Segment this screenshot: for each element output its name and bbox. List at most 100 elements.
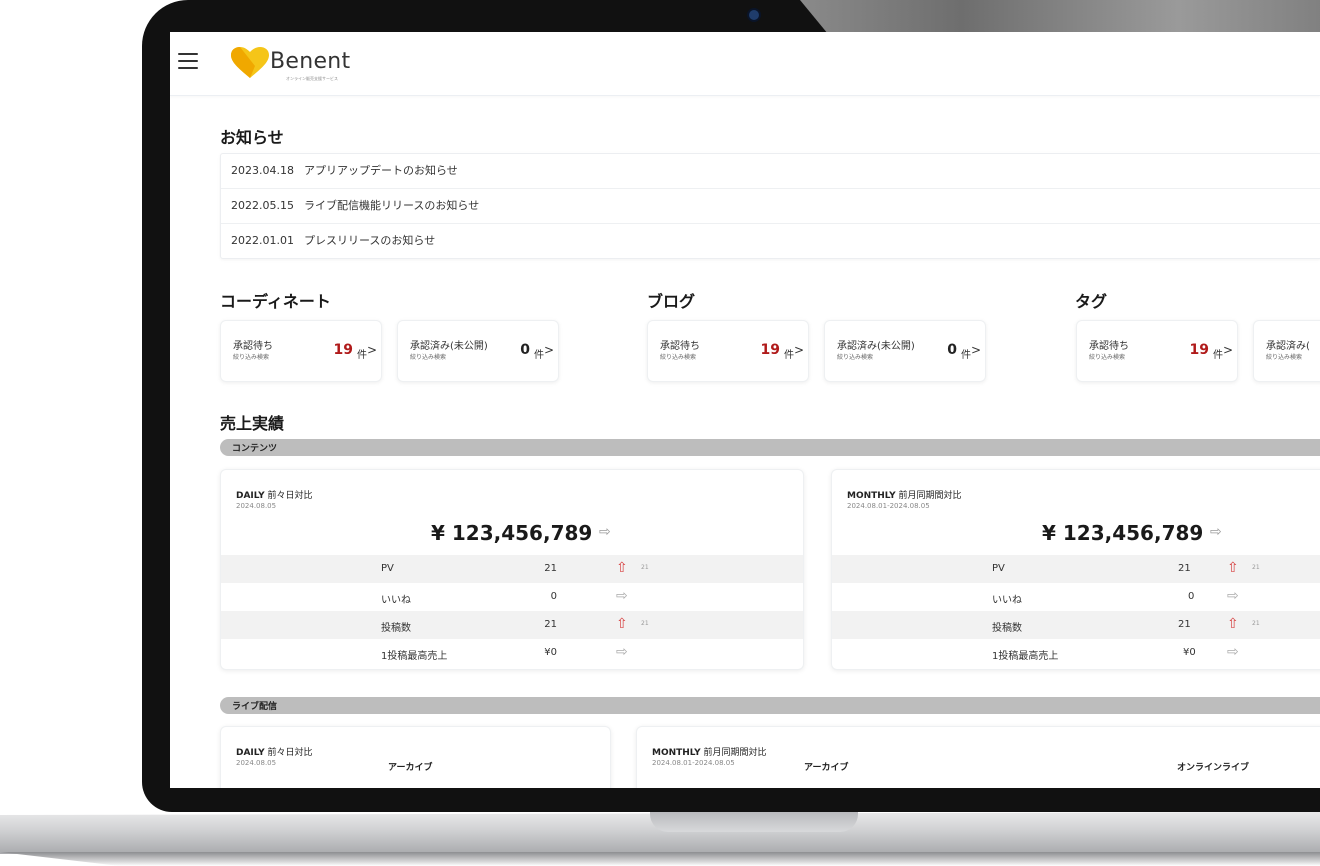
arrow-up-outline-icon: ⇧: [616, 616, 628, 632]
stat-name: 投稿数: [992, 623, 1022, 634]
chevron-right-icon: >: [1222, 343, 1233, 357]
filter-search-label: 絞り込み検索: [410, 354, 447, 361]
period-compare: 前々日対比: [267, 491, 313, 501]
period-compare: 前々日対比: [267, 748, 313, 758]
stat-row: PV 21 ⇧ 21: [832, 555, 1320, 583]
stat-value: 21: [1178, 619, 1191, 630]
arrow-right-outline-icon: ⇨: [616, 588, 628, 604]
filter-search-label: 絞り込み検索: [233, 354, 270, 361]
blog-approved-card[interactable]: 承認済み(未公開) 絞り込み検索 0 件 >: [824, 320, 986, 382]
count-unit: 件: [357, 350, 367, 361]
period-label: DAILY: [236, 491, 265, 501]
stat-row: 投稿数 21 ⇧ 21: [832, 611, 1320, 639]
stat-row: 投稿数 21 ⇧ 21: [221, 611, 803, 639]
news-list: 2023.04.18 アプリアップデートのお知らせ 2022.05.15 ライブ配信…: [220, 153, 1320, 259]
count-unit: 件: [961, 350, 971, 361]
count-unit: 件: [1213, 350, 1223, 361]
contents-monthly-card: MONTHLY 前月同期間対比 2024.08.01-2024.08.05 ¥ …: [831, 469, 1320, 670]
coordinate-approved-card[interactable]: 承認済み(未公開) 絞り込み検索 0 件 >: [397, 320, 559, 382]
logo-text[interactable]: Benent: [270, 49, 350, 74]
pending-count: 19: [760, 342, 780, 358]
laptop-notch: [650, 812, 858, 832]
stat-row: PV 21 ⇧ 21: [221, 555, 803, 583]
chevron-right-icon: >: [793, 343, 804, 357]
stat-delta: 21: [641, 564, 649, 571]
approved-label: 承認済み(未公開): [410, 341, 488, 352]
filter-search-label: 絞り込み検索: [837, 354, 874, 361]
arrow-right-outline-icon: ⇨: [1227, 588, 1239, 604]
news-item[interactable]: 2022.05.15 ライブ配信機能リリースのお知らせ: [221, 189, 1320, 224]
logo-tagline: オンライン販売支援サービス: [286, 76, 338, 81]
sales-amount: ¥ 123,456,789: [1042, 521, 1204, 545]
stat-row: いいね 0 ⇨: [832, 583, 1320, 611]
stat-value: 21: [544, 619, 557, 630]
arrow-right-outline-icon: ⇨: [1210, 524, 1222, 540]
hamburger-menu-icon[interactable]: [178, 53, 198, 69]
period-compare: 前月同期間対比: [898, 491, 962, 501]
stat-delta: 21: [641, 620, 649, 627]
stat-name: いいね: [381, 595, 411, 606]
tag-title: タグ: [1075, 292, 1108, 311]
logo-heart-icon: [231, 47, 269, 78]
news-text: プレスリリースのお知らせ: [303, 234, 436, 247]
count-unit: 件: [534, 350, 544, 361]
period-date: 2024.08.01-2024.08.05: [847, 502, 930, 510]
stat-name: PV: [992, 563, 1005, 574]
stat-name: 1投稿最高売上: [992, 651, 1059, 662]
pending-label: 承認待ち: [1089, 341, 1129, 352]
period-heading: DAILY 前々日対比: [236, 488, 313, 501]
arrow-right-outline-icon: ⇨: [616, 644, 628, 660]
news-item[interactable]: 2022.01.01 プレスリリースのお知らせ: [221, 224, 1320, 258]
coordinate-title: コーディネート: [220, 292, 331, 311]
stat-delta: 21: [1252, 564, 1260, 571]
period-heading: DAILY 前々日対比: [236, 745, 313, 758]
arrow-right-outline-icon: ⇨: [599, 524, 611, 540]
live-section-bar: ライブ配信: [220, 697, 1320, 714]
app-screen: Benent オンライン販売支援サービス お知らせ 2023.04.18 アプリア…: [170, 32, 1320, 788]
stat-value: ¥0: [1183, 647, 1196, 658]
approved-label: 承認済み(: [1266, 341, 1310, 352]
app-header: Benent オンライン販売支援サービス: [170, 32, 1320, 96]
count-unit: 件: [784, 350, 794, 361]
contents-daily-card: DAILY 前々日対比 2024.08.05 ¥ 123,456,789 ⇨ P…: [220, 469, 804, 670]
contents-section-bar: コンテンツ: [220, 439, 1320, 456]
tag-pending-card[interactable]: 承認待ち 絞り込み検索 19 件 >: [1076, 320, 1238, 382]
sales-title: 売上実績: [220, 414, 285, 433]
stat-value: 21: [544, 563, 557, 574]
arrow-up-outline-icon: ⇧: [616, 560, 628, 576]
camera-icon: [749, 10, 759, 20]
blog-pending-card[interactable]: 承認待ち 絞り込み検索 19 件 >: [647, 320, 809, 382]
period-compare: 前月同期間対比: [703, 748, 767, 758]
stat-name: 投稿数: [381, 623, 411, 634]
tag-approved-card[interactable]: 承認済み( 絞り込み検索: [1253, 320, 1320, 382]
live-monthly-card: MONTHLY 前月同期間対比 2024.08.01-2024.08.05 アー…: [636, 726, 1320, 788]
laptop-base-shadow: [0, 852, 1320, 866]
news-title: お知らせ: [220, 128, 284, 147]
stat-value: 21: [1178, 563, 1191, 574]
stat-row: いいね 0 ⇨: [221, 583, 803, 611]
pending-count: 19: [333, 342, 353, 358]
pending-label: 承認待ち: [660, 341, 700, 352]
stat-delta: 21: [1252, 620, 1260, 627]
news-text: ライブ配信機能リリースのお知らせ: [303, 199, 480, 212]
archive-label: アーカイブ: [804, 763, 849, 773]
blog-title: ブログ: [647, 292, 696, 311]
period-heading: MONTHLY 前月同期間対比: [652, 745, 767, 758]
stat-name: 1投稿最高売上: [381, 651, 448, 662]
news-date: 2022.05.15: [231, 199, 294, 212]
stat-row: 1投稿最高売上 ¥0 ⇨: [832, 639, 1320, 667]
approved-count: 0: [947, 342, 957, 358]
bezel-reflection: [800, 0, 1320, 34]
stat-value: ¥0: [544, 647, 557, 658]
chevron-right-icon: >: [366, 343, 377, 357]
news-item[interactable]: 2023.04.18 アプリアップデートのお知らせ: [221, 154, 1320, 189]
coordinate-pending-card[interactable]: 承認待ち 絞り込み検索 19 件 >: [220, 320, 382, 382]
arrow-up-outline-icon: ⇧: [1227, 560, 1239, 576]
sales-amount: ¥ 123,456,789: [431, 521, 593, 545]
news-date: 2022.01.01: [231, 234, 294, 247]
approved-count: 0: [520, 342, 530, 358]
approved-label: 承認済み(未公開): [837, 341, 915, 352]
period-date: 2024.08.05: [236, 759, 277, 767]
period-label: MONTHLY: [652, 748, 701, 758]
stat-value: 0: [1188, 591, 1195, 602]
